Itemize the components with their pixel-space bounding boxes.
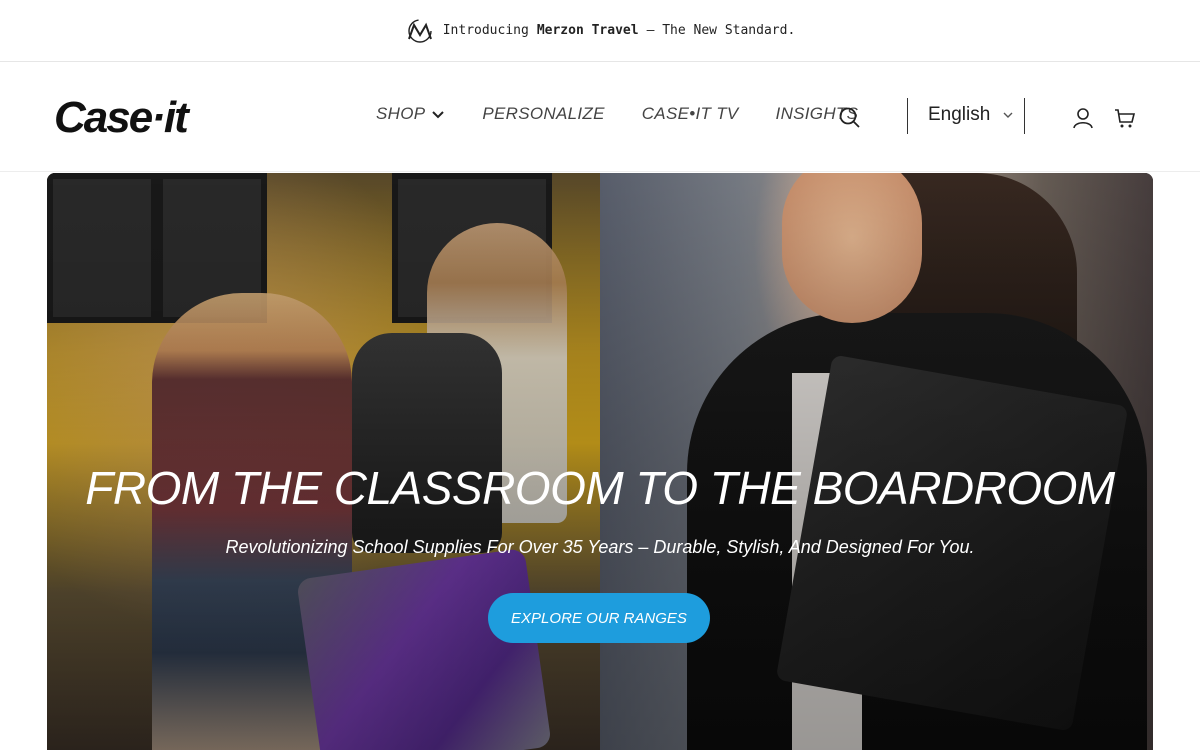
- nav-personalize[interactable]: PERSONALIZE: [482, 104, 604, 124]
- nav-shop[interactable]: SHOP: [376, 104, 445, 124]
- svg-text:Case·it: Case·it: [54, 94, 191, 140]
- chevron-down-icon: [432, 111, 445, 119]
- nav-personalize-label: PERSONALIZE: [482, 104, 605, 123]
- case-it-logo[interactable]: Case·it: [52, 94, 250, 140]
- main-nav: SHOP PERSONALIZE CASE•IT TV INSIGHTS: [376, 104, 895, 124]
- hero-title: FROM THE CLASSROOM TO THE BOARDROOM: [85, 462, 1115, 514]
- header-divider-left: [907, 98, 908, 134]
- cart-icon[interactable]: [1113, 106, 1137, 130]
- announcement-brand: Merzon Travel: [536, 23, 639, 38]
- nav-case-it-tv-label: CASE•IT TV: [641, 104, 739, 123]
- site-header: Case·it SHOP PERSONALIZE CASE•IT TV INSI…: [0, 62, 1200, 172]
- chevron-down-icon: [1003, 112, 1013, 118]
- language-selector[interactable]: English: [928, 104, 1014, 126]
- search-icon[interactable]: [838, 106, 862, 130]
- nav-case-it-tv[interactable]: CASE•IT TV: [642, 104, 739, 124]
- nav-shop-label: SHOP: [376, 104, 426, 123]
- hero-banner: FROM THE CLASSROOM TO THE BOARDROOM Revo…: [47, 173, 1153, 750]
- header-divider-right: [1024, 98, 1025, 134]
- hero-subtitle: Revolutionizing School Supplies For Over…: [225, 537, 975, 557]
- account-icon[interactable]: [1072, 106, 1094, 130]
- announcement-suffix: – The New Standard.: [646, 23, 796, 38]
- merzon-logo-icon: [407, 18, 432, 43]
- explore-ranges-button[interactable]: EXPLORE OUR RANGES: [488, 593, 710, 643]
- announcement-prefix: Introducing: [442, 23, 529, 38]
- language-selected: English: [928, 104, 991, 125]
- announcement-bar[interactable]: Introducing Merzon Travel – The New Stan…: [0, 0, 1200, 62]
